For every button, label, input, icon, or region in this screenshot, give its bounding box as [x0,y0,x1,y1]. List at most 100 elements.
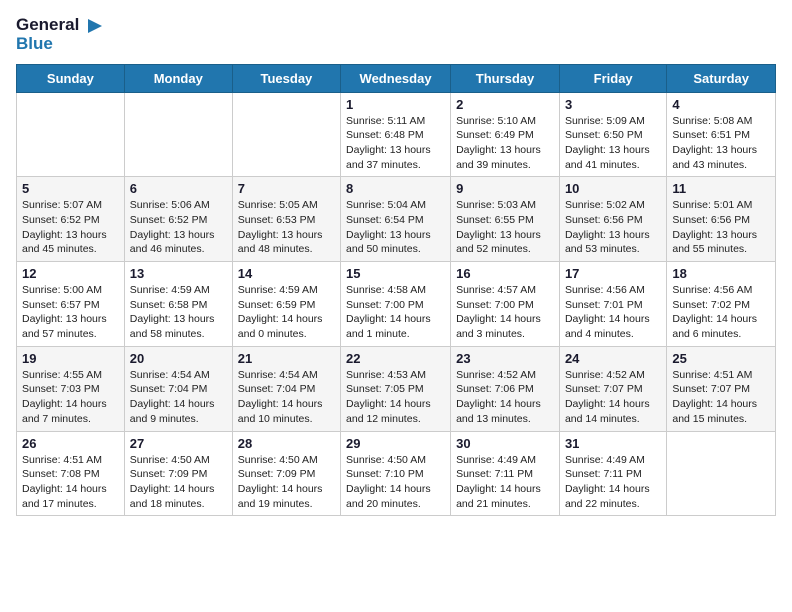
logo-flag-icon [86,17,104,35]
day-number: 7 [238,181,335,196]
weekday-header-saturday: Saturday [667,64,776,92]
day-info: Sunrise: 4:54 AM Sunset: 7:04 PM Dayligh… [130,368,227,427]
calendar-cell [17,92,125,177]
calendar-cell: 28Sunrise: 4:50 AM Sunset: 7:09 PM Dayli… [232,431,340,516]
day-number: 26 [22,436,119,451]
calendar-cell: 30 Sunrise: 4:49 AM Sunset: 7:11 PM Dayli… [451,431,560,516]
calendar-body: 1 Sunrise: 5:11 AM Sunset: 6:48 PM Daylig… [17,92,776,516]
calendar-week-3: 12 Sunrise: 5:00 AM Sunset: 6:57 PM Dayli… [17,262,776,347]
calendar-cell: 29Sunrise: 4:50 AM Sunset: 7:10 PM Dayli… [341,431,451,516]
day-info: Sunrise: 5:03 AM Sunset: 6:55 PM Dayligh… [456,198,554,257]
day-number: 25 [672,351,770,366]
day-info: Sunrise: 4:52 AM Sunset: 7:06 PM Dayligh… [456,368,554,427]
day-number: 22 [346,351,445,366]
calendar-cell: 13Sunrise: 4:59 AM Sunset: 6:58 PM Dayli… [124,262,232,347]
calendar-cell: 7 Sunrise: 5:05 AM Sunset: 6:53 PM Daylig… [232,177,340,262]
calendar-table: SundayMondayTuesdayWednesdayThursdayFrid… [16,64,776,517]
calendar-cell: 9 Sunrise: 5:03 AM Sunset: 6:55 PM Daylig… [451,177,560,262]
day-info: Sunrise: 5:00 AM Sunset: 6:57 PM Dayligh… [22,283,119,342]
calendar-week-2: 5Sunrise: 5:07 AM Sunset: 6:52 PM Daylig… [17,177,776,262]
calendar-cell: 17Sunrise: 4:56 AM Sunset: 7:01 PM Dayli… [559,262,666,347]
day-info: Sunrise: 4:52 AM Sunset: 7:07 PM Dayligh… [565,368,661,427]
day-number: 2 [456,97,554,112]
weekday-header-monday: Monday [124,64,232,92]
day-info: Sunrise: 4:57 AM Sunset: 7:00 PM Dayligh… [456,283,554,342]
day-info: Sunrise: 4:49 AM Sunset: 7:11 PM Dayligh… [565,453,661,512]
calendar-cell: 31Sunrise: 4:49 AM Sunset: 7:11 PM Dayli… [559,431,666,516]
calendar-cell [124,92,232,177]
day-info: Sunrise: 4:51 AM Sunset: 7:07 PM Dayligh… [672,368,770,427]
day-info: Sunrise: 4:50 AM Sunset: 7:09 PM Dayligh… [130,453,227,512]
day-number: 30 [456,436,554,451]
calendar-cell: 26 Sunrise: 4:51 AM Sunset: 7:08 PM Dayli… [17,431,125,516]
calendar-week-4: 19 Sunrise: 4:55 AM Sunset: 7:03 PM Dayli… [17,346,776,431]
day-info: Sunrise: 5:11 AM Sunset: 6:48 PM Dayligh… [346,114,445,173]
day-number: 27 [130,436,227,451]
day-info: Sunrise: 4:56 AM Sunset: 7:02 PM Dayligh… [672,283,770,342]
day-number: 9 [456,181,554,196]
day-number: 19 [22,351,119,366]
calendar-cell: 10 Sunrise: 5:02 AM Sunset: 6:56 PM Dayli… [559,177,666,262]
day-info: Sunrise: 4:49 AM Sunset: 7:11 PM Dayligh… [456,453,554,512]
day-number: 11 [672,181,770,196]
calendar-cell: 23 Sunrise: 4:52 AM Sunset: 7:06 PM Dayli… [451,346,560,431]
day-info: Sunrise: 5:10 AM Sunset: 6:49 PM Dayligh… [456,114,554,173]
day-info: Sunrise: 4:58 AM Sunset: 7:00 PM Dayligh… [346,283,445,342]
day-number: 5 [22,181,119,196]
day-number: 29 [346,436,445,451]
day-info: Sunrise: 4:54 AM Sunset: 7:04 PM Dayligh… [238,368,335,427]
calendar-header: SundayMondayTuesdayWednesdayThursdayFrid… [17,64,776,92]
day-info: Sunrise: 5:06 AM Sunset: 6:52 PM Dayligh… [130,198,227,257]
calendar-cell: 21 Sunrise: 4:54 AM Sunset: 7:04 PM Dayli… [232,346,340,431]
day-number: 10 [565,181,661,196]
calendar-cell: 22 Sunrise: 4:53 AM Sunset: 7:05 PM Dayli… [341,346,451,431]
calendar-cell: 4Sunrise: 5:08 AM Sunset: 6:51 PM Daylig… [667,92,776,177]
calendar-cell: 19 Sunrise: 4:55 AM Sunset: 7:03 PM Dayli… [17,346,125,431]
day-number: 12 [22,266,119,281]
calendar-cell: 18 Sunrise: 4:56 AM Sunset: 7:02 PM Dayli… [667,262,776,347]
calendar-cell: 20Sunrise: 4:54 AM Sunset: 7:04 PM Dayli… [124,346,232,431]
day-number: 18 [672,266,770,281]
calendar-cell: 11 Sunrise: 5:01 AM Sunset: 6:56 PM Dayli… [667,177,776,262]
calendar-cell [667,431,776,516]
day-info: Sunrise: 4:50 AM Sunset: 7:09 PM Dayligh… [238,453,335,512]
day-number: 21 [238,351,335,366]
calendar-cell: 14Sunrise: 4:59 AM Sunset: 6:59 PM Dayli… [232,262,340,347]
day-number: 15 [346,266,445,281]
logo: General Blue [16,16,104,52]
calendar-cell: 25 Sunrise: 4:51 AM Sunset: 7:07 PM Dayli… [667,346,776,431]
weekday-header-sunday: Sunday [17,64,125,92]
calendar-week-1: 1 Sunrise: 5:11 AM Sunset: 6:48 PM Daylig… [17,92,776,177]
day-info: Sunrise: 5:01 AM Sunset: 6:56 PM Dayligh… [672,198,770,257]
day-info: Sunrise: 4:59 AM Sunset: 6:59 PM Dayligh… [238,283,335,342]
day-number: 17 [565,266,661,281]
weekday-header-tuesday: Tuesday [232,64,340,92]
day-number: 1 [346,97,445,112]
day-number: 24 [565,351,661,366]
calendar-cell: 24 Sunrise: 4:52 AM Sunset: 7:07 PM Dayli… [559,346,666,431]
day-info: Sunrise: 4:51 AM Sunset: 7:08 PM Dayligh… [22,453,119,512]
calendar-cell: 1 Sunrise: 5:11 AM Sunset: 6:48 PM Daylig… [341,92,451,177]
logo-text: General Blue [16,16,104,52]
day-number: 4 [672,97,770,112]
day-number: 13 [130,266,227,281]
calendar-cell: 3Sunrise: 5:09 AM Sunset: 6:50 PM Daylig… [559,92,666,177]
calendar-cell [232,92,340,177]
calendar-cell: 12 Sunrise: 5:00 AM Sunset: 6:57 PM Dayli… [17,262,125,347]
day-info: Sunrise: 5:02 AM Sunset: 6:56 PM Dayligh… [565,198,661,257]
day-number: 8 [346,181,445,196]
calendar-cell: 6Sunrise: 5:06 AM Sunset: 6:52 PM Daylig… [124,177,232,262]
weekday-header-thursday: Thursday [451,64,560,92]
weekday-header-wednesday: Wednesday [341,64,451,92]
day-info: Sunrise: 5:05 AM Sunset: 6:53 PM Dayligh… [238,198,335,257]
calendar-cell: 15 Sunrise: 4:58 AM Sunset: 7:00 PM Dayli… [341,262,451,347]
day-number: 23 [456,351,554,366]
day-info: Sunrise: 5:04 AM Sunset: 6:54 PM Dayligh… [346,198,445,257]
day-info: Sunrise: 4:53 AM Sunset: 7:05 PM Dayligh… [346,368,445,427]
calendar-cell: 5Sunrise: 5:07 AM Sunset: 6:52 PM Daylig… [17,177,125,262]
calendar-cell: 2 Sunrise: 5:10 AM Sunset: 6:49 PM Daylig… [451,92,560,177]
weekday-header-friday: Friday [559,64,666,92]
day-number: 3 [565,97,661,112]
day-info: Sunrise: 4:55 AM Sunset: 7:03 PM Dayligh… [22,368,119,427]
calendar-cell: 8 Sunrise: 5:04 AM Sunset: 6:54 PM Daylig… [341,177,451,262]
